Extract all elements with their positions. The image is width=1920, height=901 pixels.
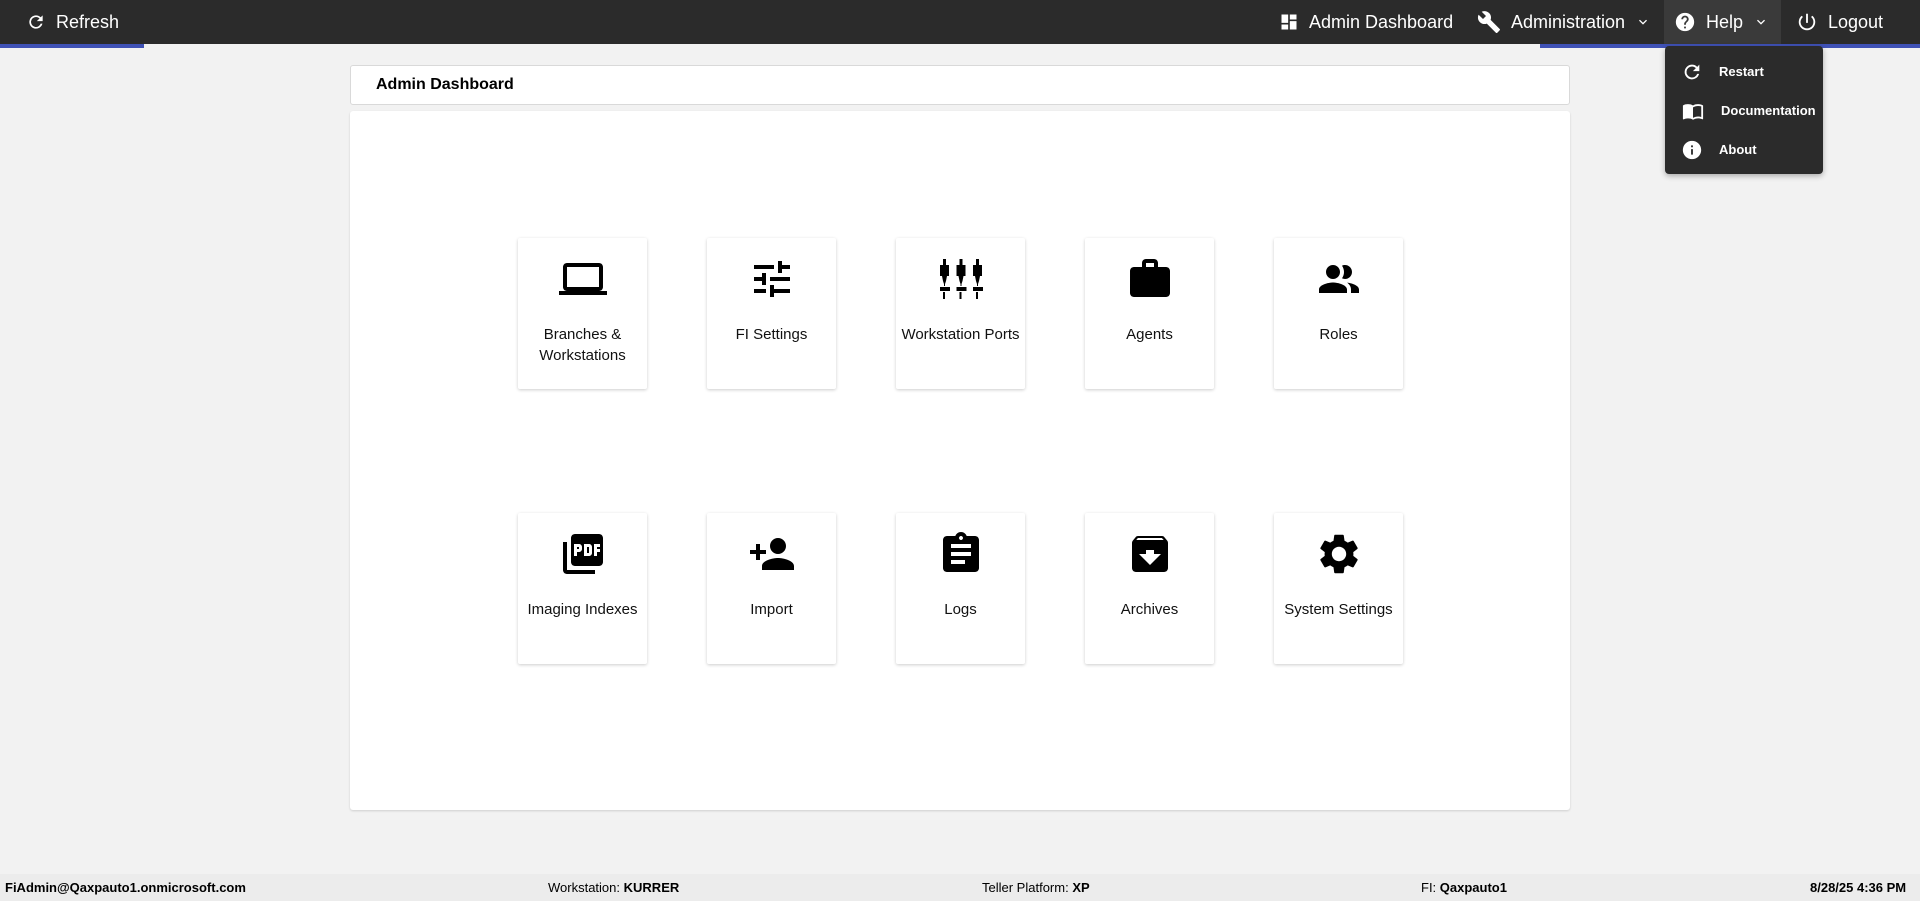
people-icon bbox=[1318, 265, 1359, 293]
menu-item-documentation[interactable]: Documentation bbox=[1665, 91, 1823, 130]
admin-dashboard-label: Admin Dashboard bbox=[1309, 11, 1454, 32]
help-label: Help bbox=[1706, 11, 1744, 32]
status-platform-label: Teller Platform: bbox=[982, 880, 1069, 895]
tile-logs[interactable]: Logs bbox=[896, 513, 1025, 664]
gear-icon bbox=[1319, 534, 1358, 574]
refresh-button[interactable]: Refresh bbox=[26, 0, 119, 44]
logout-label: Logout bbox=[1828, 11, 1884, 32]
tile-label: Import bbox=[750, 601, 793, 618]
chevron-down-icon bbox=[1757, 19, 1766, 25]
wrench-icon bbox=[1477, 11, 1500, 33]
page-title: Admin Dashboard bbox=[376, 76, 514, 93]
page-title-card: Admin Dashboard bbox=[350, 65, 1570, 105]
status-datetime: 8/28/25 4:36 PM bbox=[1810, 880, 1907, 895]
dashboard-icon bbox=[1281, 14, 1297, 30]
logout-button[interactable]: Logout bbox=[1796, 0, 1883, 44]
restart-icon bbox=[1684, 64, 1700, 79]
book-icon bbox=[1682, 103, 1704, 120]
administration-label: Administration bbox=[1511, 11, 1626, 32]
tile-label: Branches & Workstations bbox=[539, 326, 626, 364]
tune-icon bbox=[753, 261, 790, 297]
tile-label: Workstation Ports bbox=[901, 326, 1020, 343]
tile-workstation-ports[interactable]: Workstation Ports bbox=[896, 238, 1025, 389]
top-nav-bar: Refresh Admin Dashboard Administration H… bbox=[0, 0, 1920, 44]
status-workstation-value: KURRER bbox=[623, 880, 680, 895]
tile-import[interactable]: Import bbox=[707, 513, 836, 664]
archive-icon bbox=[1131, 536, 1168, 572]
status-user: FiAdmin@Qaxpauto1.onmicrosoft.com bbox=[5, 880, 246, 895]
menu-item-about[interactable]: About bbox=[1665, 130, 1823, 169]
laptop-icon bbox=[558, 263, 607, 295]
nav-underline bbox=[0, 44, 144, 48]
tile-label: Logs bbox=[944, 601, 977, 618]
tile-roles[interactable]: Roles bbox=[1274, 238, 1403, 389]
status-workstation-label: Workstation: bbox=[548, 880, 621, 895]
tile-imaging-indexes[interactable]: Imaging Indexes bbox=[518, 513, 647, 664]
menu-item-restart[interactable]: Restart bbox=[1665, 52, 1823, 91]
status-bar: FiAdmin@Qaxpauto1.onmicrosoft.com Workst… bbox=[0, 874, 1920, 901]
help-menu[interactable]: Help bbox=[1664, 0, 1782, 44]
status-fi-label: FI: bbox=[1421, 880, 1437, 895]
admin-dashboard-nav[interactable]: Admin Dashboard bbox=[1279, 0, 1453, 44]
person-add-icon bbox=[749, 538, 794, 570]
tile-label: System Settings bbox=[1284, 601, 1393, 618]
tile-fi-settings[interactable]: FI Settings bbox=[707, 238, 836, 389]
tile-system-settings[interactable]: System Settings bbox=[1274, 513, 1403, 664]
pdf-icon bbox=[562, 534, 603, 574]
refresh-icon bbox=[29, 15, 43, 29]
dashboard-panel: Branches & Workstations FI Settings Work… bbox=[350, 111, 1570, 810]
clipboard-icon bbox=[942, 532, 979, 572]
tile-label: Imaging Indexes bbox=[527, 601, 638, 618]
menu-item-label: Restart bbox=[1719, 64, 1764, 79]
power-icon bbox=[1798, 13, 1816, 31]
tile-branches-workstations[interactable]: Branches & Workstations bbox=[518, 238, 647, 389]
status-platform-value: XP bbox=[1072, 880, 1090, 895]
chevron-down-icon bbox=[1639, 19, 1648, 25]
tile-agents[interactable]: Agents bbox=[1085, 238, 1214, 389]
tile-label: Roles bbox=[1319, 326, 1358, 343]
tile-label: FI Settings bbox=[735, 326, 808, 343]
menu-item-label: Documentation bbox=[1721, 103, 1816, 118]
help-dropdown: Restart Documentation About bbox=[1665, 46, 1823, 174]
briefcase-icon bbox=[1129, 259, 1170, 297]
status-fi-value: Qaxpauto1 bbox=[1439, 880, 1507, 895]
tile-label: Agents bbox=[1126, 326, 1173, 343]
info-icon bbox=[1682, 140, 1702, 159]
ports-icon bbox=[939, 259, 983, 299]
administration-menu[interactable]: Administration bbox=[1477, 0, 1651, 44]
tile-label: Archives bbox=[1120, 601, 1179, 618]
tile-archives[interactable]: Archives bbox=[1085, 513, 1214, 664]
menu-item-label: About bbox=[1719, 142, 1757, 157]
help-icon bbox=[1675, 12, 1695, 32]
refresh-label: Refresh bbox=[56, 11, 120, 32]
